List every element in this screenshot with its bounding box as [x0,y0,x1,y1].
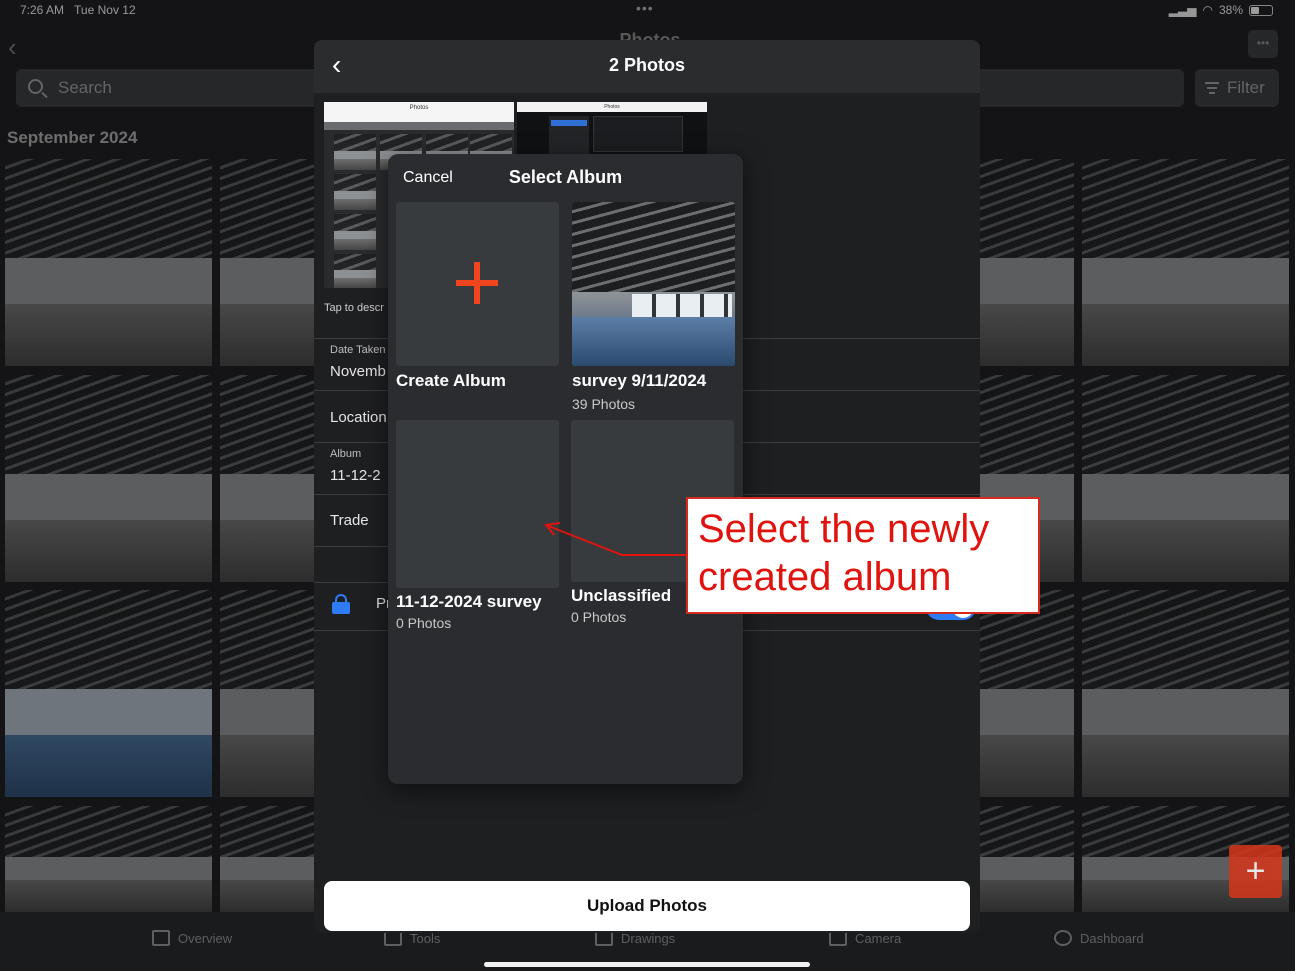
photo-thumbnail[interactable] [975,159,1074,366]
photo-thumbnail[interactable] [5,806,212,912]
photo-thumbnail[interactable] [5,159,212,366]
signal-icon: ▂▃▅ [1168,3,1197,17]
album-cover[interactable] [396,420,559,588]
album-value[interactable]: 11-12-2 [330,467,381,484]
photo-thumbnail[interactable] [220,806,320,912]
multitasking-dots[interactable]: ••• [636,0,654,16]
home-indicator[interactable] [484,962,810,967]
album-count: 0 Photos [396,615,452,631]
upload-photos-button[interactable]: Upload Photos [324,881,970,931]
plus-icon [456,262,498,304]
select-album-popover: Cancel Select Album Create Album survey … [388,154,743,784]
tab-overview[interactable]: Overview [152,930,232,946]
album-name: survey 9/11/2024 [572,371,707,390]
status-indicators: ▂▃▅ ◠ 38% [1169,3,1273,17]
photo-thumbnail[interactable] [975,806,1074,912]
thumbnail-header: Photos [324,102,514,122]
filter-icon [1205,82,1219,94]
photo-thumbnail[interactable] [1082,590,1289,797]
status-time: 7:26 AM Tue Nov 12 [20,3,136,17]
annotation-callout: Select the newly created album [686,497,1040,614]
album-count: 39 Photos [572,396,636,412]
panel-header: ‹ 2 Photos [314,40,980,93]
album-name: Create Album [396,371,506,390]
plus-icon: + [1245,852,1266,890]
description-hint[interactable]: Tap to descr [324,302,384,314]
photo-thumbnail[interactable] [220,159,320,366]
photo-thumbnail[interactable] [220,590,320,797]
status-bar: 7:26 AM Tue Nov 12 ••• ▂▃▅ ◠ 38% [0,0,1295,20]
popover-title: Select Album [508,167,623,187]
back-chevron-icon[interactable]: ‹ [8,32,17,63]
album-cover[interactable] [572,202,735,366]
app-root: 7:26 AM Tue Nov 12 ••• ▂▃▅ ◠ 38% ‹ Photo… [0,0,1295,971]
filter-button[interactable]: Filter [1195,69,1279,107]
photo-thumbnail[interactable] [220,375,320,582]
wifi-icon: ◠ [1202,3,1213,17]
date-taken-label: Date Taken [330,344,386,356]
album-11-12-2024-survey[interactable]: 11-12-2024 survey 0 Photos [396,420,559,631]
photo-thumbnail[interactable] [5,590,212,797]
search-placeholder: Search [58,78,112,97]
filter-label: Filter [1227,78,1265,97]
album-label: Album [330,448,362,460]
album-survey-9-11-2024[interactable]: survey 9/11/2024 39 Photos [572,202,735,412]
annotation-line-2: created album [698,555,952,599]
dashboard-icon [1054,930,1072,946]
annotation-arrow [544,522,686,556]
panel-title: 2 Photos [608,55,685,75]
photo-thumbnail[interactable] [1082,159,1289,366]
photo-thumbnail[interactable] [1082,375,1289,582]
date-taken-value[interactable]: Novemb [330,363,386,380]
trade-field[interactable]: Trade [330,512,369,529]
building-icon [152,930,170,946]
tab-dashboard[interactable]: Dashboard [1054,930,1144,946]
battery-icon [1249,4,1273,16]
album-name: 11-12-2024 survey [396,592,542,611]
annotation-line-1: Select the newly [698,507,990,551]
lock-icon [332,594,350,614]
thumbnail-header: Photos [517,102,707,112]
album-create[interactable]: Create Album [396,202,559,391]
photo-thumbnail[interactable] [975,590,1074,797]
battery-percent: 38% [1218,3,1243,17]
photo-thumbnail[interactable] [5,375,212,582]
add-photo-fab[interactable]: + [1229,845,1282,898]
album-cover[interactable] [396,202,559,366]
location-field[interactable]: Location [330,409,387,426]
section-header: September 2024 [7,128,138,147]
search-icon [28,79,43,94]
selected-photo-thumbnail[interactable]: Photos [517,102,707,162]
more-options-button[interactable]: ••• [1248,30,1278,58]
